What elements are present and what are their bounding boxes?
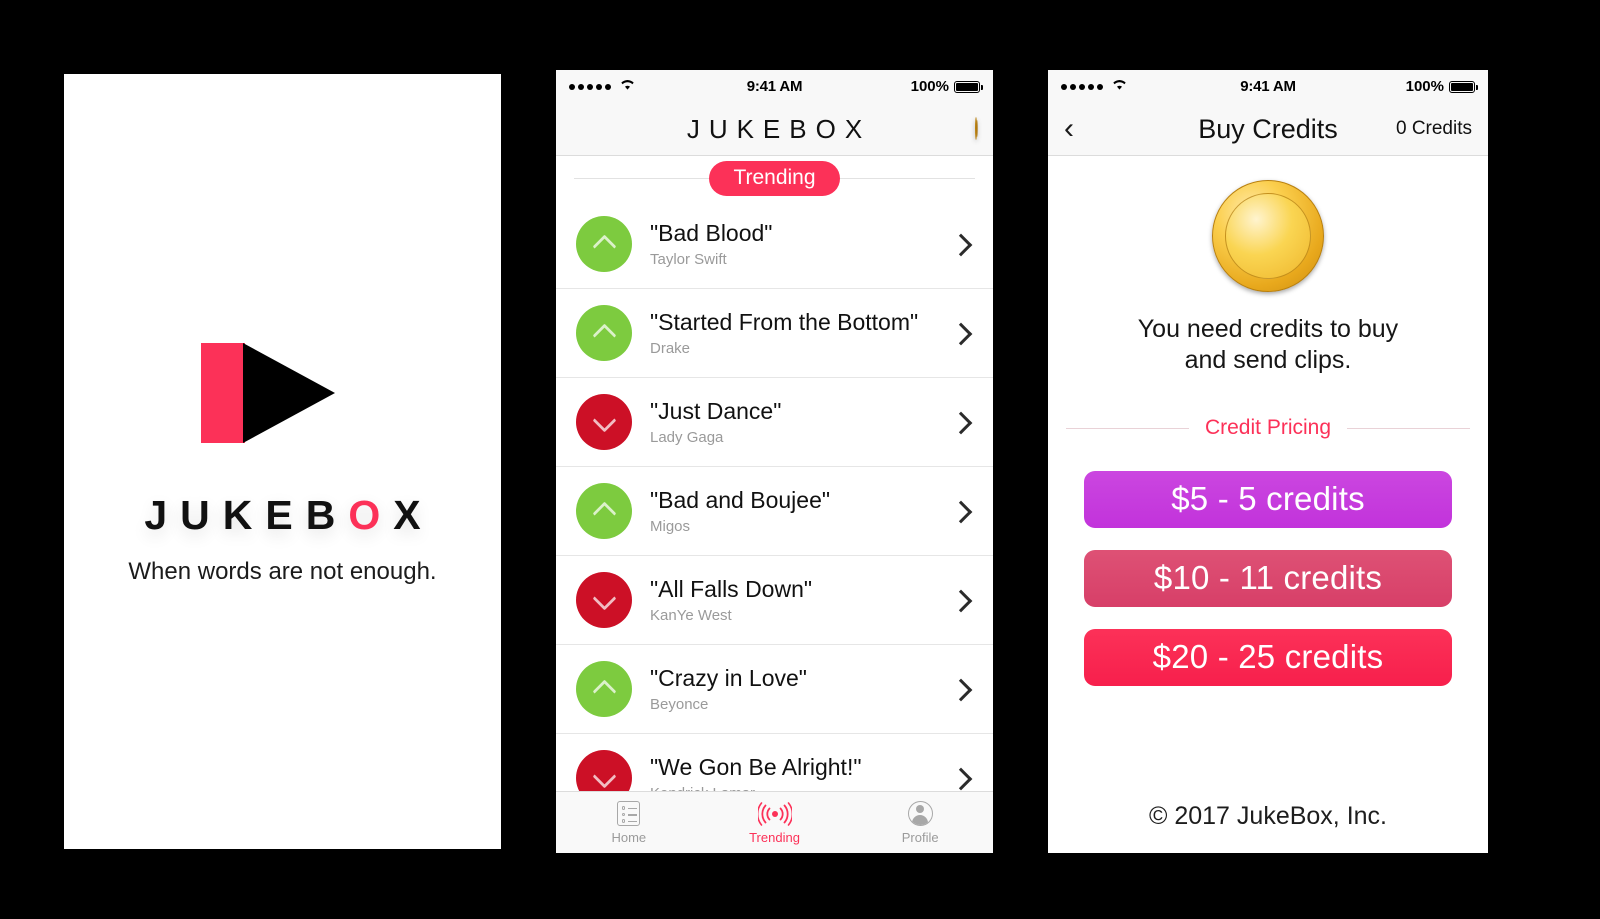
brand-prefix: JUKEB (144, 492, 349, 538)
vote-up-icon[interactable] (576, 216, 632, 272)
status-bar-time: 9:41 AM (1240, 78, 1296, 95)
vote-up-icon[interactable] (576, 305, 632, 361)
vote-down-icon[interactable] (576, 572, 632, 628)
logo-black-triangle (242, 343, 335, 443)
tab-profile[interactable]: Profile (847, 792, 993, 853)
gold-coin-icon[interactable] (975, 117, 977, 140)
chevron-right-icon[interactable] (953, 503, 969, 519)
status-bar: 9:41 AM 100% (556, 70, 993, 103)
vote-down-icon[interactable] (576, 394, 632, 450)
trending-navbar: JUKEBOX (556, 103, 993, 156)
status-badge: Trending (709, 160, 840, 196)
table-row[interactable]: "Bad Blood" Taylor Swift (556, 200, 993, 289)
buy-credits-button-20[interactable]: $20 - 25 credits (1084, 628, 1452, 686)
phone-buy-credits-screen: 9:41 AM 100% ‹ Buy Credits 0 Credits You… (1048, 70, 1488, 853)
chevron-right-icon[interactable] (953, 236, 969, 252)
list-icon (617, 801, 641, 827)
credits-message-line1: You need credits to buy (1137, 315, 1399, 343)
brand-suffix: X (393, 492, 434, 538)
song-info: "Just Dance" Lady Gaga (650, 398, 953, 446)
phone-splash-screen: JUKEBOX When words are not enough. (64, 74, 501, 849)
credit-pricing-header: Credit Pricing (1048, 413, 1488, 443)
chevron-right-icon[interactable] (953, 592, 969, 608)
tab-trending[interactable]: Trending (702, 792, 848, 853)
person-icon (907, 801, 933, 827)
credits-message: You need credits to buy and send clips. (1138, 314, 1398, 377)
vote-down-icon[interactable] (576, 750, 632, 791)
buy-credits-content: You need credits to buy and send clips. … (1048, 156, 1488, 853)
trending-section-header: Trending (556, 156, 993, 200)
song-info: "We Gon Be Alright!" Kendrick Lamar (650, 754, 953, 791)
table-row[interactable]: "Bad and Boujee" Migos (556, 467, 993, 556)
tab-home[interactable]: Home (556, 792, 702, 853)
buy-credits-button-5[interactable]: $5 - 5 credits (1084, 470, 1452, 528)
tab-trending-label: Trending (749, 829, 800, 845)
song-title: "Bad and Boujee" (650, 486, 831, 513)
chevron-right-icon[interactable] (953, 681, 969, 697)
song-artist: KanYe West (650, 607, 732, 625)
table-row[interactable]: "We Gon Be Alright!" Kendrick Lamar (556, 734, 993, 791)
battery-full-icon (954, 80, 983, 93)
song-artist: Migos (650, 518, 691, 536)
status-bar-time: 9:41 AM (746, 78, 803, 95)
chevron-right-icon[interactable] (953, 414, 969, 430)
song-info: "Bad and Boujee" Migos (650, 487, 953, 535)
credits-navbar: ‹ Buy Credits 0 Credits (1048, 103, 1488, 156)
status-bar: 9:41 AM 100% (1048, 70, 1488, 103)
song-artist: Taylor Swift (650, 251, 727, 269)
tab-profile-label: Profile (901, 829, 939, 845)
song-artist: Beyonce (650, 696, 709, 714)
chevron-left-icon[interactable]: ‹ (1064, 114, 1074, 144)
page-title: JUKEBOX (686, 113, 872, 144)
vote-up-icon[interactable] (576, 483, 632, 539)
song-info: "All Falls Down" KanYe West (650, 576, 953, 624)
screenshot-canvas: JUKEBOX When words are not enough. 9:41 … (0, 0, 1600, 919)
table-row[interactable]: "All Falls Down" KanYe West (556, 556, 993, 645)
song-title: "Just Dance" (650, 397, 782, 424)
table-row[interactable]: "Crazy in Love" Beyonce (556, 645, 993, 734)
chevron-right-icon[interactable] (953, 770, 969, 786)
song-title: "Started From the Bottom" (650, 308, 919, 335)
vote-up-icon[interactable] (576, 661, 632, 717)
copyright-text: © 2017 JukeBox, Inc. (1148, 802, 1387, 830)
song-title: "All Falls Down" (650, 575, 813, 602)
tab-bar: Home Trending Profile (556, 791, 993, 853)
song-info: "Crazy in Love" Beyonce (650, 665, 953, 713)
credits-balance-label: 0 Credits (1395, 118, 1472, 139)
splash-brand-wordmark: JUKEBOX (131, 495, 433, 536)
buy-credits-button-10[interactable]: $10 - 11 credits (1084, 549, 1452, 607)
phone-trending-screen: 9:41 AM 100% JUKEBOX Trending "Bad Blood… (556, 70, 993, 853)
song-title: "We Gon Be Alright!" (650, 753, 862, 780)
table-row[interactable]: "Started From the Bottom" Drake (556, 289, 993, 378)
gold-coin-icon (1212, 180, 1324, 292)
song-artist: Lady Gaga (650, 429, 724, 447)
battery-full-icon (1449, 80, 1478, 93)
credit-pricing-label: Credit Pricing (1188, 415, 1348, 440)
table-row[interactable]: "Just Dance" Lady Gaga (556, 378, 993, 467)
chevron-right-icon[interactable] (953, 325, 969, 341)
song-info: "Bad Blood" Taylor Swift (650, 220, 953, 268)
brand-accent-letter: O (348, 492, 394, 538)
song-info: "Started From the Bottom" Drake (650, 309, 953, 357)
song-artist: Drake (650, 340, 691, 358)
splash-tagline: When words are not enough. (128, 558, 437, 585)
song-title: "Bad Blood" (650, 219, 773, 246)
trending-song-list[interactable]: "Bad Blood" Taylor Swift "Started From t… (556, 200, 993, 791)
broadcast-icon (757, 801, 792, 827)
credits-message-line2: and send clips. (1184, 346, 1352, 375)
song-title: "Crazy in Love" (650, 664, 807, 691)
navbar-right (975, 117, 977, 140)
play-logo-icon (183, 337, 383, 447)
tab-home-label: Home (611, 829, 647, 845)
